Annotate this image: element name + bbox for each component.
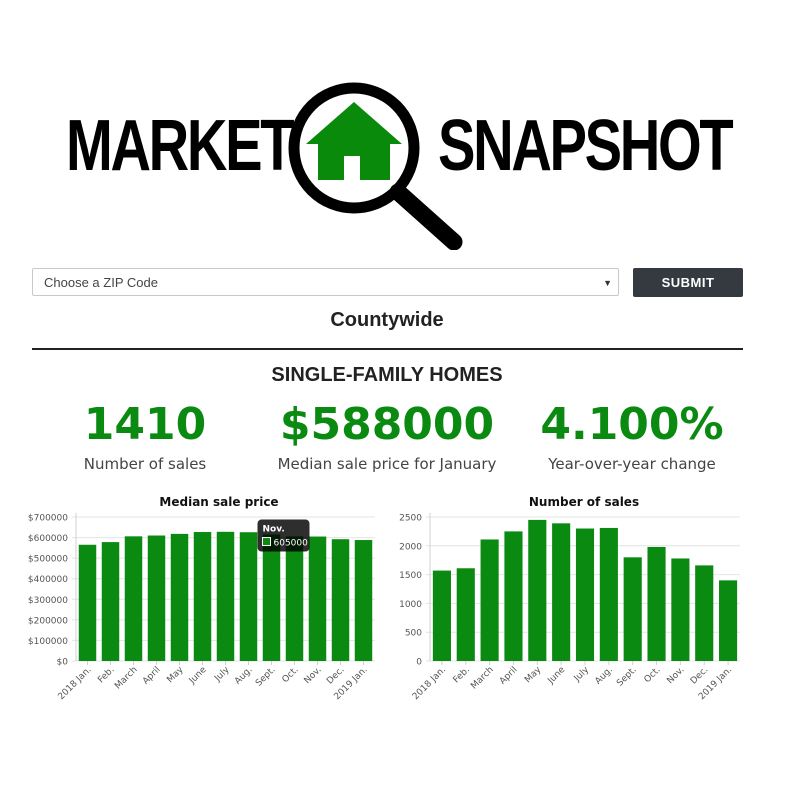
stat-number-of-sales: 1410 Number of sales <box>50 398 240 474</box>
y-tick-label: 1000 <box>399 600 422 610</box>
bar[interactable] <box>262 534 281 661</box>
x-tick-label: Sept. <box>615 665 639 689</box>
x-tick-label: Nov. <box>303 665 324 686</box>
x-tick-label: Sept. <box>254 665 278 689</box>
bar[interactable] <box>285 536 304 661</box>
bar[interactable] <box>719 580 738 661</box>
y-tick-label: 1500 <box>399 571 422 581</box>
x-tick-label: 2018 Jan. <box>411 665 448 702</box>
tooltip-value: 605000 <box>274 539 309 549</box>
chevron-down-icon: ▼ <box>603 278 612 288</box>
y-tick-label: $200000 <box>28 616 68 626</box>
stat-value: $588000 <box>279 399 495 450</box>
bar[interactable] <box>78 544 97 661</box>
bar[interactable] <box>456 568 475 661</box>
y-tick-label: 2500 <box>399 514 422 524</box>
x-tick-label: Aug. <box>233 665 255 687</box>
y-tick-label: 0 <box>416 658 422 668</box>
tooltip-swatch <box>262 537 271 547</box>
submit-button[interactable]: SUBMIT <box>633 268 743 297</box>
bar[interactable] <box>216 531 235 661</box>
x-tick-label: May <box>165 665 186 686</box>
chart-title: Median sale price <box>159 495 278 509</box>
bar[interactable] <box>193 532 212 661</box>
x-tick-label: May <box>523 665 544 686</box>
y-tick-label: 2000 <box>399 542 422 552</box>
x-tick-label: March <box>469 665 495 691</box>
bar[interactable] <box>480 539 499 661</box>
bar[interactable] <box>528 519 547 661</box>
section-title: SINGLE-FAMILY HOMES <box>271 364 503 386</box>
tooltip: Nov. 605000 <box>257 519 310 552</box>
tooltip-title: Nov. <box>263 525 285 535</box>
x-tick-label: April <box>498 665 520 687</box>
bar[interactable] <box>504 531 523 661</box>
bar[interactable] <box>331 539 350 661</box>
median-sale-price-chart: Median sale price $0 $100000 $200000 $300000… <box>22 490 412 720</box>
stat-value: 1410 <box>83 399 207 450</box>
number-of-sales-chart: Number of sales 0 500 1000 1500 2000 2500 2018 … <box>386 490 786 720</box>
bar[interactable] <box>671 558 690 661</box>
x-tick-label: Aug. <box>593 665 615 687</box>
bar[interactable] <box>432 570 451 661</box>
stat-label: Median sale price for January <box>277 455 497 473</box>
number-of-sales-chart-svg: Number of sales 0 500 1000 1500 2000 2500 2018 … <box>399 495 740 702</box>
bar[interactable] <box>647 546 666 661</box>
x-tick-label: April <box>141 665 163 687</box>
x-tick-label: Oct. <box>281 665 301 685</box>
bar[interactable] <box>552 523 571 661</box>
x-tick-label: July <box>572 665 592 685</box>
x-tick-label: June <box>546 665 568 687</box>
y-tick-label: $700000 <box>28 514 68 524</box>
x-tick-label: Feb. <box>452 665 472 685</box>
y-tick-label: $300000 <box>28 596 68 606</box>
y-tick-label: $400000 <box>28 575 68 585</box>
bar[interactable] <box>354 540 373 661</box>
x-tick-label: Feb. <box>96 665 116 685</box>
x-tick-label: Dec. <box>689 665 710 686</box>
region-title: Countywide <box>330 309 444 331</box>
stat-value: 4.100% <box>540 399 724 450</box>
logo-word-snapshot: SNAPSHOT <box>438 106 734 186</box>
x-tick-label: July <box>212 665 232 685</box>
bar[interactable] <box>147 535 166 661</box>
median-sale-price-chart-svg: Median sale price $0 $100000 $200000 $300000… <box>28 495 375 702</box>
market-snapshot-logo: MARKET SNAPSHOT <box>66 78 734 250</box>
stat-label: Number of sales <box>83 455 207 473</box>
bar[interactable] <box>308 536 327 661</box>
x-tick-label: June <box>187 665 209 687</box>
stat-median-sale-price: $588000 Median sale price for January <box>262 398 512 474</box>
bar[interactable] <box>170 533 189 661</box>
x-tick-label: Oct. <box>643 665 663 685</box>
y-tick-label: $600000 <box>28 534 68 544</box>
bar[interactable] <box>695 565 714 661</box>
x-tick-label: Nov. <box>665 665 686 686</box>
divider <box>32 348 743 350</box>
zip-code-select[interactable]: Choose a ZIP Code ▼ <box>32 268 619 296</box>
zip-search-row: Choose a ZIP Code ▼ SUBMIT <box>32 268 743 298</box>
zip-code-placeholder: Choose a ZIP Code <box>44 275 158 290</box>
y-tick-label: $100000 <box>28 637 68 647</box>
bar[interactable] <box>575 528 595 661</box>
bar[interactable] <box>101 542 120 661</box>
x-tick-label: 2018 Jan. <box>56 665 93 702</box>
bar[interactable] <box>124 536 143 661</box>
bar[interactable] <box>239 532 258 661</box>
logo-word-market: MARKET <box>66 106 295 186</box>
bar[interactable] <box>623 557 642 661</box>
y-tick-label: 500 <box>405 629 422 639</box>
stat-year-over-year-change: 4.100% Year-over-year change <box>532 398 732 474</box>
y-tick-label: $500000 <box>28 555 68 565</box>
chart-title: Number of sales <box>529 495 639 509</box>
x-tick-label: March <box>113 665 139 691</box>
bar[interactable] <box>599 527 618 661</box>
stat-label: Year-over-year change <box>548 455 716 473</box>
y-tick-label: $0 <box>57 658 69 668</box>
